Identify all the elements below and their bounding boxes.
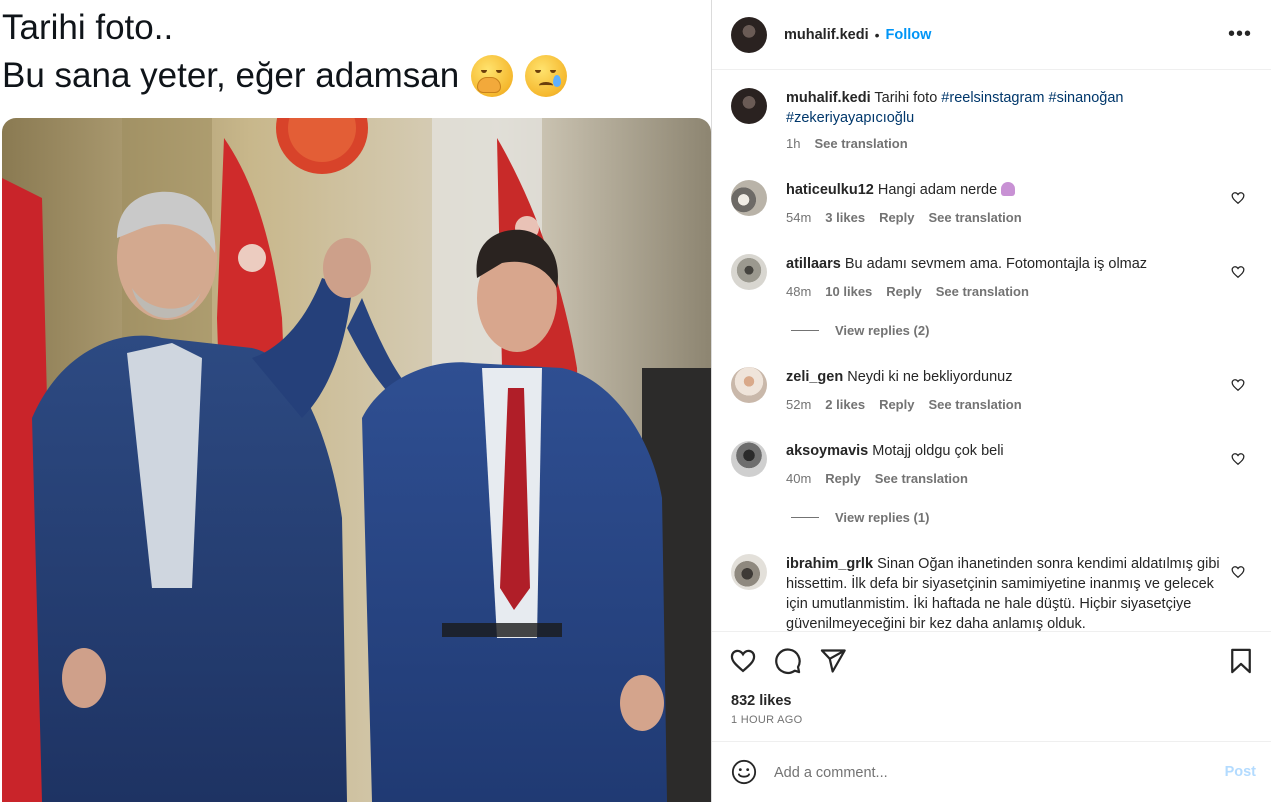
- reply-button[interactable]: Reply: [886, 284, 921, 299]
- view-replies-button[interactable]: View replies (2): [791, 323, 929, 338]
- comment-time: 40m: [786, 471, 812, 486]
- comment-time: 54m: [786, 210, 812, 225]
- comment-meta: 40m Reply See translation: [786, 471, 968, 486]
- post-photo-image: [2, 118, 711, 802]
- hashtag-link[interactable]: #reelsinstagram: [941, 90, 1044, 106]
- bookmark-icon[interactable]: [1227, 647, 1255, 675]
- comment-meta: 48m 10 likes Reply See translation: [786, 284, 1029, 299]
- comment-meta: 54m 3 likes Reply See translation: [786, 210, 1022, 225]
- comment-text: ibrahim_grlk Sinan Oğan ihanetinden sonr…: [786, 554, 1226, 631]
- person-shrugging-emoji: [1001, 182, 1016, 196]
- comment-input[interactable]: [774, 761, 1194, 785]
- share-icon[interactable]: [819, 647, 847, 675]
- heart-icon[interactable]: [1231, 565, 1245, 579]
- avatar[interactable]: [731, 88, 767, 124]
- more-options-icon[interactable]: •••: [1228, 24, 1252, 44]
- comment-likes[interactable]: 2 likes: [825, 397, 865, 412]
- view-replies-button[interactable]: View replies (1): [791, 510, 929, 525]
- comment-likes[interactable]: 3 likes: [825, 210, 865, 225]
- hashtag-link[interactable]: #zekeriyayapıcıoğlu: [786, 110, 914, 126]
- comment-body: Bu adamı sevmem ama. Fotomontajla iş olm…: [844, 256, 1148, 272]
- likes-count[interactable]: 832 likes: [731, 693, 791, 709]
- comment-body: Hangi adam nerde: [877, 182, 998, 198]
- caption-username[interactable]: muhalif.kedi: [786, 90, 871, 106]
- hashtag-link[interactable]: #sinanoğan: [1049, 90, 1124, 106]
- heart-icon[interactable]: [729, 647, 757, 675]
- media-caption-line-2: Bu sana yeter, eğer adamsan: [2, 55, 568, 97]
- see-translation-link[interactable]: See translation: [936, 284, 1029, 299]
- post-actions: 832 likes 1 HOUR AGO: [712, 631, 1271, 741]
- reply-divider: [791, 517, 819, 518]
- comment-body: Neydi ki ne bekliyordunuz: [847, 369, 1013, 385]
- comment-text: haticeulku12 Hangi adam nerde: [786, 180, 1226, 200]
- media-caption-text: Bu sana yeter, eğer adamsan: [2, 56, 460, 95]
- avatar[interactable]: [731, 367, 767, 403]
- avatar[interactable]: [731, 16, 767, 53]
- header-username[interactable]: muhalif.kedi: [784, 27, 869, 43]
- media-caption-line-1: Tarihi foto..: [2, 8, 174, 47]
- heart-icon[interactable]: [1231, 191, 1245, 205]
- heart-icon[interactable]: [1231, 452, 1245, 466]
- hand-over-mouth-emoji: [471, 55, 514, 97]
- comment-time: 48m: [786, 284, 812, 299]
- comment-text: aksoymavis Motajj oldgu çok beli: [786, 441, 1226, 461]
- comment-time: 52m: [786, 397, 812, 412]
- view-replies-label[interactable]: View replies (1): [835, 510, 929, 525]
- comment-text: zeli_gen Neydi ki ne bekliyordunuz: [786, 367, 1226, 387]
- avatar[interactable]: [731, 441, 767, 477]
- heart-icon[interactable]: [1231, 378, 1245, 392]
- comments-list[interactable]: muhalif.kedi Tarihi foto #reelsinstagram…: [712, 71, 1271, 631]
- comment-username[interactable]: atillaars: [786, 256, 841, 272]
- comment-meta: 52m 2 likes Reply See translation: [786, 397, 1022, 412]
- post-side-panel: muhalif.kedi • Follow ••• muhalif.kedi T…: [711, 0, 1271, 802]
- add-comment-bar: Post: [712, 741, 1271, 802]
- see-translation-link[interactable]: See translation: [875, 471, 968, 486]
- avatar[interactable]: [731, 254, 767, 290]
- reply-button[interactable]: Reply: [825, 471, 860, 486]
- avatar[interactable]: [731, 180, 767, 216]
- comment-username[interactable]: aksoymavis: [786, 443, 868, 459]
- comment-body: Motajj oldgu çok beli: [872, 443, 1004, 459]
- post-button[interactable]: Post: [1225, 764, 1256, 780]
- comment-likes[interactable]: 10 likes: [825, 284, 872, 299]
- comment-username[interactable]: ibrahim_grlk: [786, 556, 873, 572]
- post-photo[interactable]: [2, 118, 711, 802]
- crying-face-emoji: [525, 55, 568, 97]
- view-replies-label[interactable]: View replies (2): [835, 323, 929, 338]
- post-time: 1 HOUR AGO: [731, 714, 803, 726]
- emoji-icon[interactable]: [731, 759, 757, 785]
- see-translation-link[interactable]: See translation: [928, 210, 1021, 225]
- caption-meta: 1h See translation: [786, 136, 908, 151]
- comment-icon[interactable]: [774, 647, 802, 675]
- see-translation-link[interactable]: See translation: [928, 397, 1021, 412]
- header-separator: •: [874, 26, 880, 43]
- heart-icon[interactable]: [1231, 265, 1245, 279]
- follow-button[interactable]: Follow: [886, 27, 932, 43]
- see-translation-link[interactable]: See translation: [814, 136, 907, 151]
- reply-button[interactable]: Reply: [879, 397, 914, 412]
- caption-text: muhalif.kedi Tarihi foto #reelsinstagram…: [786, 88, 1226, 128]
- post-header: muhalif.kedi • Follow •••: [712, 0, 1271, 70]
- comment-username[interactable]: zeli_gen: [786, 369, 843, 385]
- comment-text: atillaars Bu adamı sevmem ama. Fotomonta…: [786, 254, 1226, 274]
- caption-time: 1h: [786, 136, 801, 151]
- reply-button[interactable]: Reply: [879, 210, 914, 225]
- comment-username[interactable]: haticeulku12: [786, 182, 874, 198]
- avatar[interactable]: [731, 554, 767, 590]
- post-media: Tarihi foto.. Bu sana yeter, eğer adamsa…: [0, 0, 711, 802]
- reply-divider: [791, 330, 819, 331]
- caption-body: Tarihi foto: [874, 90, 938, 106]
